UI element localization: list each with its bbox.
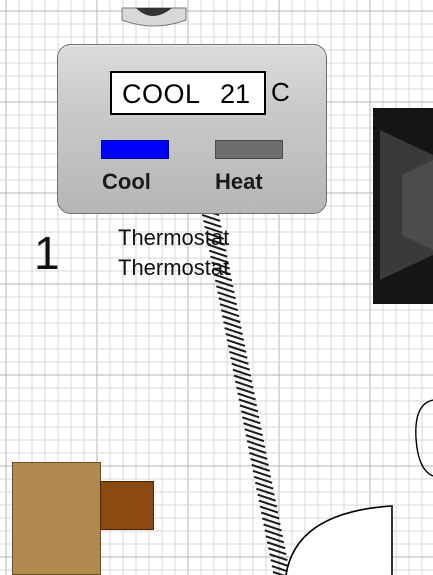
heat-label: Heat (215, 169, 263, 194)
dark-panel[interactable] (373, 108, 433, 304)
canvas[interactable]: COOL 21 C Cool Heat Thermostat Thermosta… (0, 0, 433, 575)
box-connector[interactable] (100, 481, 154, 530)
cool-label: Cool (102, 169, 151, 194)
door-swing-arc (285, 505, 393, 575)
wooden-box[interactable] (12, 462, 101, 575)
thermostat-display: COOL 21 (110, 71, 266, 115)
display-mode: COOL (122, 79, 201, 109)
thermostat-widget[interactable]: COOL 21 C Cool Heat (57, 44, 327, 214)
display-unit: C (271, 77, 290, 107)
heat-indicator[interactable] (215, 140, 283, 159)
thermostat-caption: Thermostat (118, 225, 230, 250)
node-number: 1 (34, 227, 60, 279)
cool-indicator[interactable] (101, 140, 169, 159)
door-swing-arc-right (415, 399, 433, 477)
thermostat-caption-duplicate: Thermostat (118, 255, 230, 280)
display-temperature: 21 (220, 79, 251, 109)
